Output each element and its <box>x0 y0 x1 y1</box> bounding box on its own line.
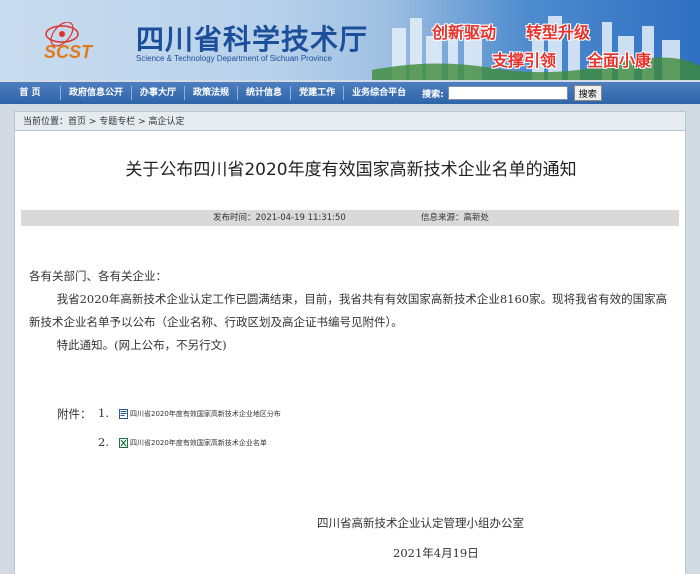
nav-item-policies[interactable]: 政策法规 <box>185 82 237 104</box>
attachments-label: 附件： <box>57 407 92 421</box>
search-input[interactable] <box>447 86 568 100</box>
nav-item-service-hall[interactable]: 办事大厅 <box>132 82 184 104</box>
breadcrumb: 当前位置：首页 > 专题专栏 > 高企认定 <box>14 111 686 131</box>
article-meta-bar: 发布时间：2021-04-19 11:31:50 信息来源：高新处 <box>21 210 679 226</box>
site-subtitle: Science & Technology Department of Sichu… <box>136 54 332 63</box>
signature-date: 2021年4月19日 <box>393 546 479 560</box>
nav-item-gov-info[interactable]: 政府信息公开 <box>61 82 131 104</box>
nav-item-statistics[interactable]: 统计信息 <box>238 82 290 104</box>
body-paragraph: 我省2020年高新技术企业认定工作已圆满结束，目前，我省共有有效国家高新技术企业… <box>29 292 668 329</box>
info-source: 信息来源：高新处 <box>421 213 490 223</box>
signature-office: 四川省高新技术企业认定管理小组办公室 <box>317 516 524 530</box>
svg-text:SCST: SCST <box>44 42 94 62</box>
slogan-4: 全面小康 <box>587 51 652 70</box>
attachment-link[interactable]: 四川省2020年度有效国家高新技术企业地区分布 <box>119 409 281 419</box>
main-nav: 首 页 政府信息公开 办事大厅 政策法规 统计信息 党建工作 业务综合平台 搜索… <box>0 82 700 104</box>
publish-time: 发布时间：2021-04-19 11:31:50 <box>213 213 346 223</box>
attachment-number: 2. <box>98 435 109 449</box>
body-paragraph: 特此通知。(网上公布，不另行文) <box>56 338 227 352</box>
excel-sheet-icon <box>119 438 128 448</box>
salutation: 各有关部门、各有关企业： <box>29 269 167 283</box>
article-title: 关于公布四川省2020年度有效国家高新技术企业名单的通知 <box>125 160 577 180</box>
article-body: 各有关部门、各有关企业： 我省2020年高新技术企业认定工作已圆满结束，目前，我… <box>29 265 675 357</box>
site-banner: SCST 四川省科学技术厅 Science & Technology Depar… <box>0 0 700 80</box>
slogan-2: 转型升级 <box>526 23 591 42</box>
scst-logo[interactable]: SCST <box>42 22 128 62</box>
attachment-name[interactable]: 四川省2020年度有效国家高新技术企业地区分布 <box>130 409 281 419</box>
nav-item-home[interactable]: 首 页 <box>0 82 60 104</box>
attachment-name[interactable]: 四川省2020年度有效国家高新技术企业名单 <box>130 438 267 448</box>
slogan-1: 创新驱动 <box>432 23 497 42</box>
search-button[interactable]: 搜索 <box>573 85 602 101</box>
nav-item-platform[interactable]: 业务综合平台 <box>344 82 414 104</box>
breadcrumb-label: 当前位置： <box>23 117 69 127</box>
word-doc-icon <box>119 409 128 419</box>
attachment-link[interactable]: 四川省2020年度有效国家高新技术企业名单 <box>119 438 267 448</box>
search-label: 搜索: <box>422 89 444 100</box>
slogan-3: 支撑引领 <box>492 51 557 70</box>
nav-item-party[interactable]: 党建工作 <box>291 82 343 104</box>
breadcrumb-path[interactable]: 首页 > 专题专栏 > 高企认定 <box>68 117 185 127</box>
attachment-number: 1. <box>98 406 109 420</box>
article-panel: 关于公布四川省2020年度有效国家高新技术企业名单的通知 发布时间：2021-0… <box>14 131 686 574</box>
site-title: 四川省科学技术厅 <box>136 23 369 56</box>
